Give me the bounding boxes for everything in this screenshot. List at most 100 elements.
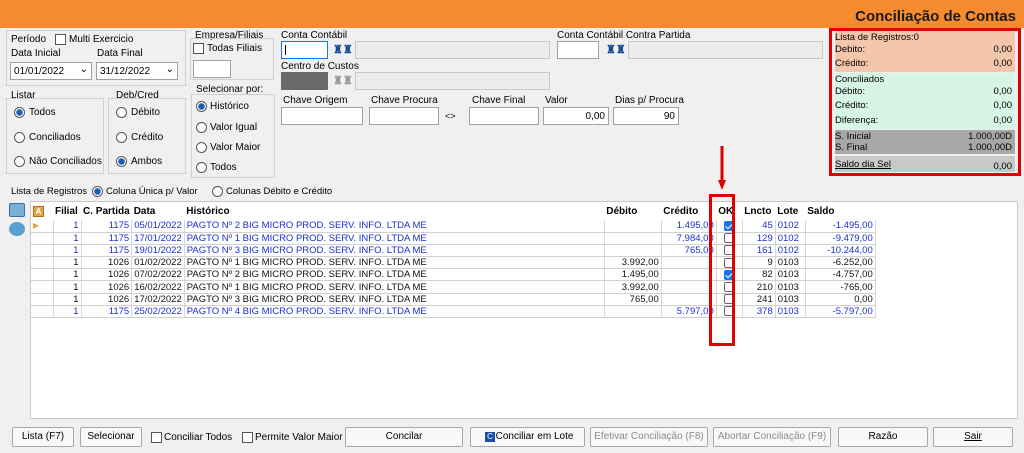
dias-procura-input[interactable]: 90	[613, 107, 679, 125]
cell-debito: 1.495,00	[604, 268, 662, 282]
cell-debito: 3.992,00	[604, 256, 662, 270]
cell-debito	[604, 220, 662, 233]
conciliar-todos-label: Conciliar Todos	[164, 432, 233, 443]
credito-radio[interactable]	[116, 132, 127, 143]
col-credito[interactable]: Crédito	[661, 202, 717, 220]
cell-lncto: 210	[742, 280, 776, 294]
valor-maior-radio[interactable]	[196, 142, 207, 153]
col-filial[interactable]: Filial	[53, 202, 81, 220]
table-row[interactable]: 1 1175 17/01/2022 PAGTO Nº 1 BIG MICRO PROD…	[31, 232, 876, 245]
lista-registros-label: Lista de Registros:0	[835, 32, 919, 43]
centro-custos-label: Centro de Custos	[281, 61, 359, 72]
historico-label: Histórico	[210, 101, 249, 112]
chave-procura-input[interactable]	[369, 107, 439, 125]
conta-contabil-label: Conta Contábil	[281, 30, 348, 41]
permite-valor-maior-checkbox[interactable]	[242, 432, 253, 443]
ambos-radio[interactable]	[116, 156, 127, 167]
historico-radio[interactable]	[196, 101, 207, 112]
credito-label: Crédito:	[835, 58, 869, 69]
multi-exercicio-checkbox[interactable]	[55, 34, 66, 45]
selecionar-todos-label: Todos	[210, 162, 237, 173]
data-final-input[interactable]: 31/12/2022 ⌄	[96, 62, 178, 80]
chevron-down-icon[interactable]: ⌄	[166, 64, 174, 75]
listar-todos-radio[interactable]	[14, 107, 25, 118]
col-lncto[interactable]: Lncto	[742, 202, 776, 220]
col-historico[interactable]: Histórico	[184, 202, 605, 220]
conta-descricao-field	[355, 41, 550, 59]
cell-filial: 1	[53, 232, 82, 245]
binoculars-icon[interactable]: ♜♜	[333, 43, 353, 56]
listar-todos-label: Todos	[29, 107, 56, 118]
col-debito[interactable]: Débito	[604, 202, 662, 220]
abortar-button: Abortar Conciliação (F9)	[713, 427, 831, 447]
selecionar-todos-radio[interactable]	[196, 162, 207, 173]
cell-cpartida: 1026	[81, 293, 133, 306]
swap-button[interactable]: <>	[445, 111, 456, 121]
ambos-label: Ambos	[131, 156, 163, 167]
cell-credito	[661, 280, 717, 294]
colunas-debito-credito-radio[interactable]	[212, 186, 223, 197]
table-row[interactable]: 1 1026 16/02/2022 PAGTO Nº 1 BIG MICRO PROD…	[31, 280, 876, 294]
cell-filial: 1	[53, 220, 82, 233]
valor-input[interactable]: 0,00	[543, 107, 609, 125]
concilar-button[interactable]: Concilar	[345, 427, 463, 447]
col-saldo[interactable]: Saldo	[805, 202, 876, 220]
cell-lote: 0102	[775, 244, 806, 258]
cell-marker	[31, 232, 54, 245]
cell-cpartida: 1026	[81, 256, 133, 270]
contra-partida-input[interactable]	[557, 41, 599, 59]
table-header-row: A Filial C. Partida Data Histórico Débit…	[31, 202, 876, 220]
razao-button[interactable]: Razão	[838, 427, 928, 447]
cell-lote: 0102	[775, 232, 806, 245]
debito-value: 0,00	[993, 44, 1013, 55]
cell-debito	[604, 244, 662, 258]
chave-final-input[interactable]	[469, 107, 539, 125]
cell-debito	[604, 232, 662, 245]
cell-historico: PAGTO Nº 2 BIG MICRO PROD. SERV. INFO. L…	[184, 268, 605, 282]
cell-credito: 5.797,00	[661, 305, 717, 319]
lista-button[interactable]: Lista (F7)	[12, 427, 74, 447]
data-inicial-input[interactable]: 01/01/2022 ⌄	[10, 62, 92, 80]
cell-cpartida: 1175	[81, 220, 133, 233]
listar-conciliados-radio[interactable]	[14, 132, 25, 143]
selecionar-button[interactable]: Selecionar	[80, 427, 142, 447]
table-row[interactable]: 1 1175 19/01/2022 PAGTO Nº 3 BIG MICRO PROD…	[31, 244, 876, 258]
refresh-icon[interactable]	[9, 222, 25, 236]
conta-contabil-input[interactable]	[281, 41, 328, 59]
lista-registros-label: Lista de Registros	[11, 186, 88, 197]
col-lote[interactable]: Lote	[775, 202, 806, 220]
binoculars-icon[interactable]: ♜♜	[606, 43, 626, 56]
coluna-unica-radio[interactable]	[92, 186, 103, 197]
listar-nao-conciliados-radio[interactable]	[14, 156, 25, 167]
table-row[interactable]: 1 1026 01/02/2022 PAGTO Nº 1 BIG MICRO PROD…	[31, 256, 876, 270]
col-cpartida[interactable]: C. Partida	[81, 202, 132, 220]
conciliar-lote-button[interactable]: C Conciliar em Lote	[470, 427, 585, 447]
chevron-down-icon[interactable]: ⌄	[80, 64, 88, 75]
current-row-icon: ▶	[33, 221, 40, 231]
export-icon[interactable]	[9, 203, 25, 217]
c-credito-value: 0,00	[993, 100, 1013, 111]
cell-saldo: -6.252,00	[805, 256, 876, 270]
todas-filiais-checkbox[interactable]	[193, 43, 204, 54]
cell-historico: PAGTO Nº 1 BIG MICRO PROD. SERV. INFO. L…	[184, 256, 605, 270]
cell-marker: ▶	[31, 220, 54, 233]
sair-button[interactable]: Sair	[933, 427, 1013, 447]
cell-saldo: -10.244,00	[805, 244, 876, 258]
table-row[interactable]: 1 1175 25/02/2022 PAGTO Nº 4 BIG MICRO PROD…	[31, 305, 876, 319]
filial-input[interactable]	[193, 60, 231, 78]
table-row[interactable]: 1 1026 17/02/2022 PAGTO Nº 3 BIG MICRO PROD…	[31, 293, 876, 306]
debito-radio[interactable]	[116, 107, 127, 118]
table-row[interactable]: 1 1026 07/02/2022 PAGTO Nº 2 BIG MICRO PROD…	[31, 268, 876, 282]
conciliar-todos-checkbox[interactable]	[151, 432, 162, 443]
cell-data: 19/01/2022	[131, 244, 185, 258]
records-grid[interactable]: A Filial C. Partida Data Histórico Débit…	[30, 201, 1018, 419]
window-title: Conciliação de Contas	[855, 8, 1016, 25]
table-row[interactable]: ▶ 1 1175 05/01/2022 PAGTO Nº 2 BIG MICRO PRO…	[31, 220, 876, 233]
c-debito-label: Débito:	[835, 86, 866, 97]
col-data[interactable]: Data	[131, 202, 185, 220]
dias-procura-label: Dias p/ Procura	[615, 95, 684, 106]
centro-custos-input	[281, 72, 328, 90]
chave-origem-input[interactable]	[281, 107, 363, 125]
valor-igual-radio[interactable]	[196, 122, 207, 133]
cell-historico: PAGTO Nº 1 BIG MICRO PROD. SERV. INFO. L…	[184, 232, 605, 245]
